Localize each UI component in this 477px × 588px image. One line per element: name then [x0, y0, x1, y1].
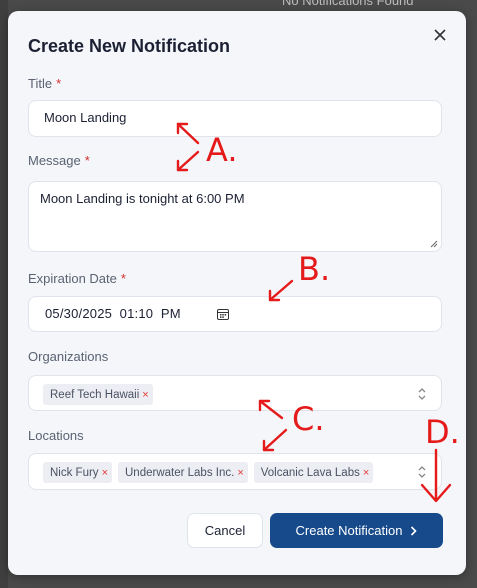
- backdrop: [0, 0, 8, 588]
- remove-chip-icon[interactable]: ×: [102, 467, 108, 479]
- message-label: Message *: [28, 153, 90, 168]
- title-input-value: Moon Landing: [44, 110, 127, 125]
- resize-handle-icon[interactable]: [430, 240, 438, 248]
- remove-chip-icon[interactable]: ×: [363, 467, 369, 479]
- chevron-up-down-icon[interactable]: [417, 465, 427, 479]
- title-label: Title *: [28, 76, 62, 91]
- chevron-right-icon: [411, 525, 418, 536]
- create-notification-button[interactable]: Create Notification: [270, 513, 443, 548]
- locations-select[interactable]: Nick Fury × Underwater Labs Inc. × Volca…: [28, 453, 442, 490]
- annotation-d: D.: [425, 413, 460, 451]
- create-notification-modal: Create New Notification Title * Moon Land…: [8, 11, 466, 575]
- chevron-up-down-icon[interactable]: [417, 387, 427, 401]
- close-icon[interactable]: [432, 27, 448, 43]
- organizations-label: Organizations: [28, 349, 109, 364]
- locations-label: Locations: [28, 428, 84, 443]
- required-marker: *: [84, 153, 90, 168]
- create-notification-label: Create Notification: [295, 523, 403, 538]
- modal-title: Create New Notification: [28, 36, 231, 56]
- empty-notifications-text: No Notifications Found: [282, 0, 414, 8]
- calendar-icon[interactable]: [217, 308, 229, 320]
- organizations-select[interactable]: Reef Tech Hawaii ×: [28, 375, 442, 411]
- chip-nick-fury: Nick Fury ×: [43, 462, 112, 483]
- chip-underwater-labs: Underwater Labs Inc. ×: [118, 462, 248, 483]
- cancel-button[interactable]: Cancel: [187, 513, 263, 548]
- expiration-date-label: Expiration Date *: [28, 271, 126, 286]
- required-marker: *: [56, 76, 62, 91]
- chip-volcanic-lava-labs: Volcanic Lava Labs ×: [253, 462, 374, 483]
- annotation-a: A.: [206, 131, 238, 169]
- message-textarea[interactable]: Moon Landing is tonight at 6:00 PM: [28, 181, 442, 252]
- annotation-c: C.: [292, 400, 325, 438]
- message-textarea-value: Moon Landing is tonight at 6:00 PM: [40, 191, 245, 206]
- chip-reef-tech-hawaii: Reef Tech Hawaii ×: [43, 384, 153, 405]
- locations-chips: Nick Fury × Underwater Labs Inc. × Volca…: [43, 462, 374, 483]
- remove-chip-icon[interactable]: ×: [237, 467, 243, 479]
- annotation-b: B.: [298, 250, 331, 288]
- expiration-date-input[interactable]: 05/30/2025 01:10 PM: [28, 296, 442, 332]
- expiration-date-value: 05/30/2025 01:10 PM: [45, 306, 181, 321]
- organizations-chips: Reef Tech Hawaii ×: [43, 384, 153, 405]
- remove-chip-icon[interactable]: ×: [142, 389, 148, 401]
- required-marker: *: [120, 271, 126, 286]
